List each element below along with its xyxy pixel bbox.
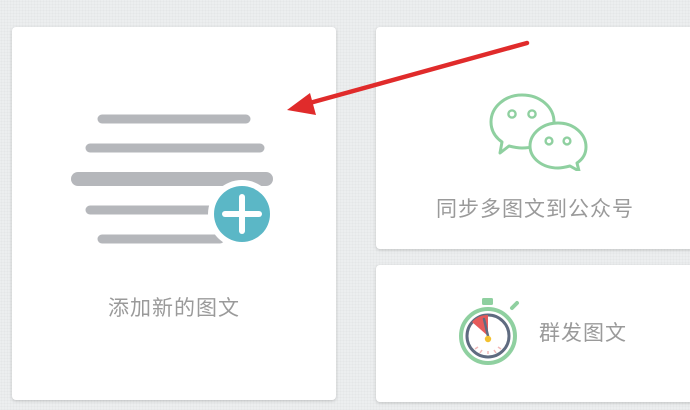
add-new-article-label: 添加新的图文: [108, 296, 240, 320]
mass-send-article-label: 群发图文: [539, 321, 627, 345]
article-list-plus-icon: [71, 114, 276, 248]
sync-to-official-account-label: 同步多图文到公众号: [436, 197, 634, 221]
sync-to-official-account-card[interactable]: 同步多图文到公众号: [376, 27, 690, 249]
stopwatch-icon: [459, 298, 519, 365]
add-new-article-card[interactable]: 添加新的图文: [12, 27, 336, 400]
mass-send-article-card[interactable]: 群发图文: [376, 265, 690, 402]
wechat-icon: [489, 93, 588, 171]
